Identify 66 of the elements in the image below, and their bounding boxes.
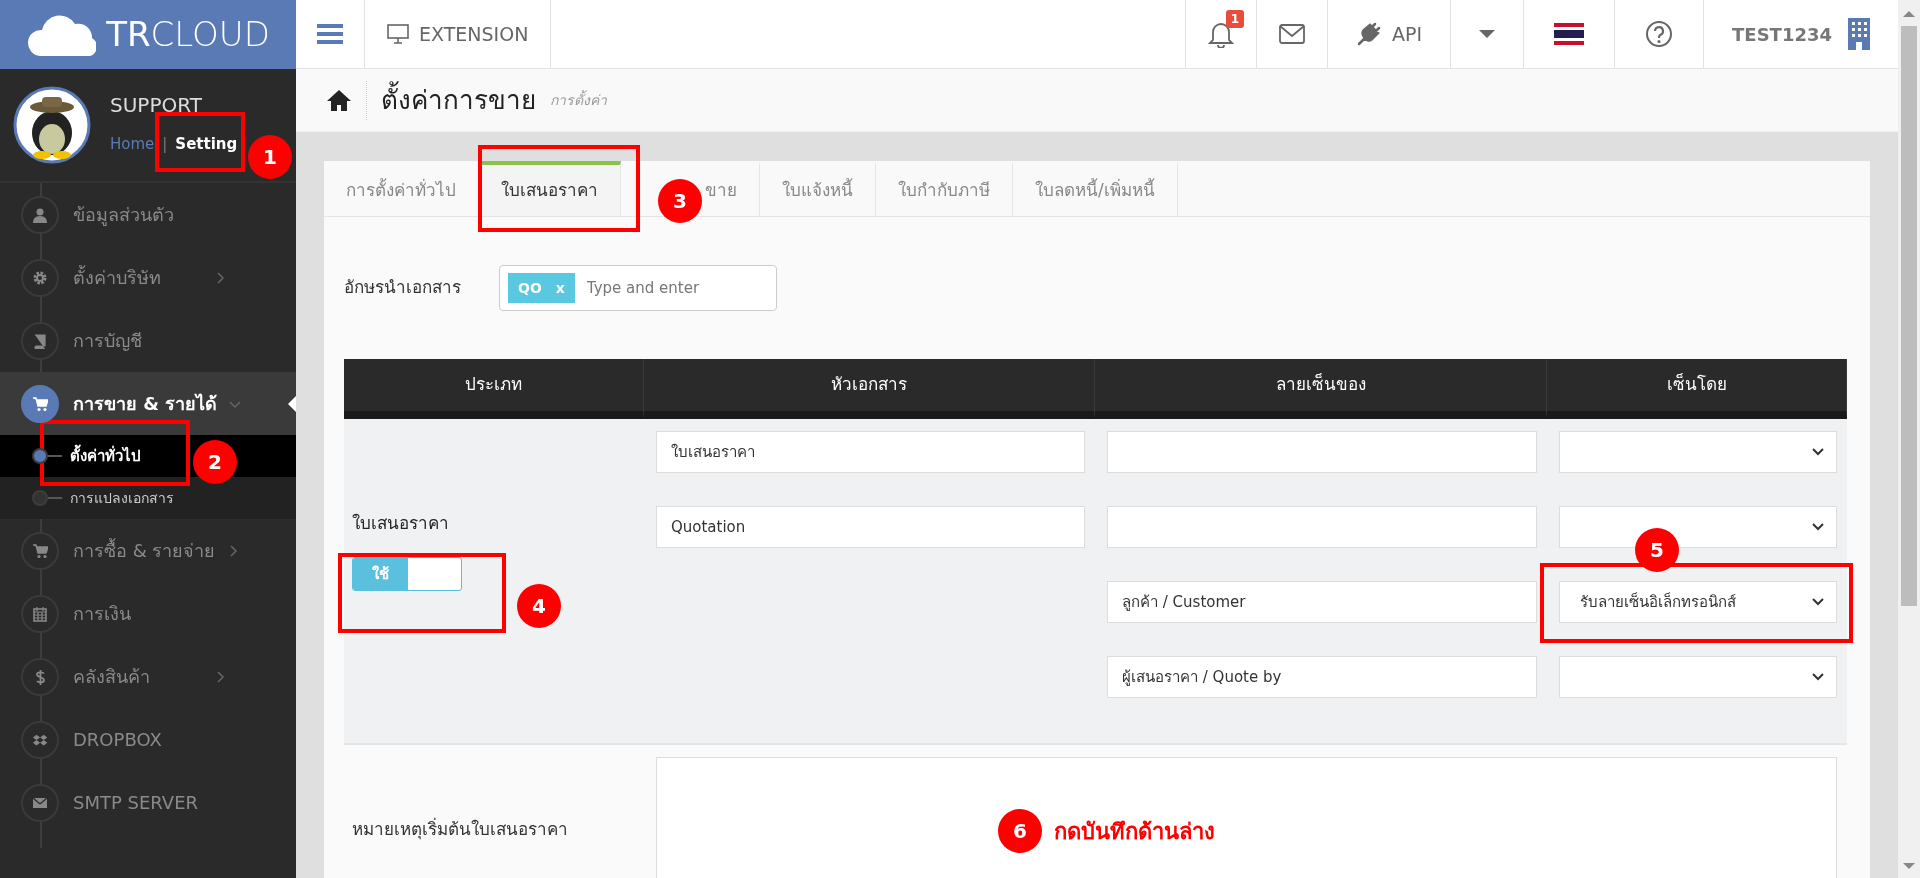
calendar-icon [32,605,48,622]
submenu-item[interactable]: ตั้งค่าทั่วไป [70,444,141,468]
chevron-icon [1812,598,1824,606]
menu-icon[interactable] [316,23,344,45]
flag-icon[interactable] [1554,23,1585,45]
sidebar-item[interactable]: การเงิน [0,582,296,645]
select-field[interactable]: รับลายเซ็นอิเล็กทรอนิกส์ [1559,581,1837,623]
column-header: หัวเอกสาร [644,359,1095,419]
scroll-up-icon[interactable] [1903,10,1915,18]
monitor-icon [387,24,409,44]
cart-icon [32,542,48,559]
user-icon [32,206,48,223]
cart-icon [32,395,48,412]
sidebar-item[interactable]: ข้อมูลส่วนตัว [0,183,296,246]
sidebar-item[interactable]: การบัญชี [0,309,296,372]
text-field[interactable]: ลูกค้า / Customer [1107,581,1537,623]
text-field[interactable]: Quotation [656,506,1085,548]
text-field[interactable]: ใบเสนอราคา [656,431,1085,473]
row-label: ใบเสนอราคา [352,512,450,536]
column-header: ลายเซ็นของ [1095,359,1547,419]
page-title: ตั้งค่าการขาย [366,80,536,120]
account-button[interactable]: TEST1234 [1703,0,1898,68]
help-icon[interactable] [1645,20,1674,48]
text-field[interactable] [1107,431,1537,473]
sidebar-item[interactable]: ตั้งค่าบริษัท [0,246,296,309]
scroll-down-icon[interactable] [1903,862,1915,870]
sidebar-item[interactable]: การซื้อ & รายจ่าย [0,519,296,582]
tree-node-icon [32,448,62,464]
sidebar-item[interactable]: การขาย & รายได้ [0,372,296,435]
gear-icon [32,269,48,286]
caret-icon[interactable] [1479,29,1496,39]
tab[interactable]: ใบเสนอราคา [479,161,621,216]
field-label: หมายเหตุเริ่มต้นใบเสนอราคา [351,817,569,842]
user-name: SUPPORT [110,94,202,115]
chevron-icon [1812,523,1824,531]
select-field[interactable] [1559,656,1837,698]
api-button[interactable]: API [1327,0,1451,68]
selection-pointer [288,396,296,412]
profile-link[interactable]: Home [110,132,155,156]
textarea-field[interactable] [656,757,1837,878]
page-subtitle: การตั้งค่า [550,89,607,110]
profile-link[interactable]: Setting [175,132,238,156]
column-header: ประเภท [344,359,644,419]
column-header: เซ็นโดย [1547,359,1847,419]
link-separator: | [162,133,168,155]
envelope-icon[interactable] [1279,24,1305,44]
notification-badge: 1 [1225,10,1244,28]
text-field[interactable]: ผู้เสนอราคา / Quote by [1107,656,1537,698]
chevron-icon [1812,673,1824,681]
sidebar-item[interactable]: คลังสินค้า [0,645,296,708]
tree-node-icon [32,490,62,506]
plug-icon [1356,21,1382,47]
home-icon[interactable] [326,89,352,111]
scrollbar[interactable] [1898,0,1920,878]
select-field[interactable] [1559,431,1837,473]
bell-icon[interactable] [1208,20,1234,48]
submenu-item[interactable]: การแปลงเอกสาร [70,487,174,509]
annotation-text: กดบันทึกด้านล่าง [1054,818,1215,846]
sidebar-item[interactable]: DROPBOX [0,708,296,771]
text-field[interactable] [1107,506,1537,548]
book-icon [32,332,48,349]
sidebar-item[interactable]: SMTP SERVER [0,771,296,834]
extension-button[interactable]: EXTENSION [365,0,552,68]
field-label: อักษรนำเอกสาร [344,276,461,300]
chevron-icon [1812,448,1824,456]
building-icon [1848,18,1870,50]
